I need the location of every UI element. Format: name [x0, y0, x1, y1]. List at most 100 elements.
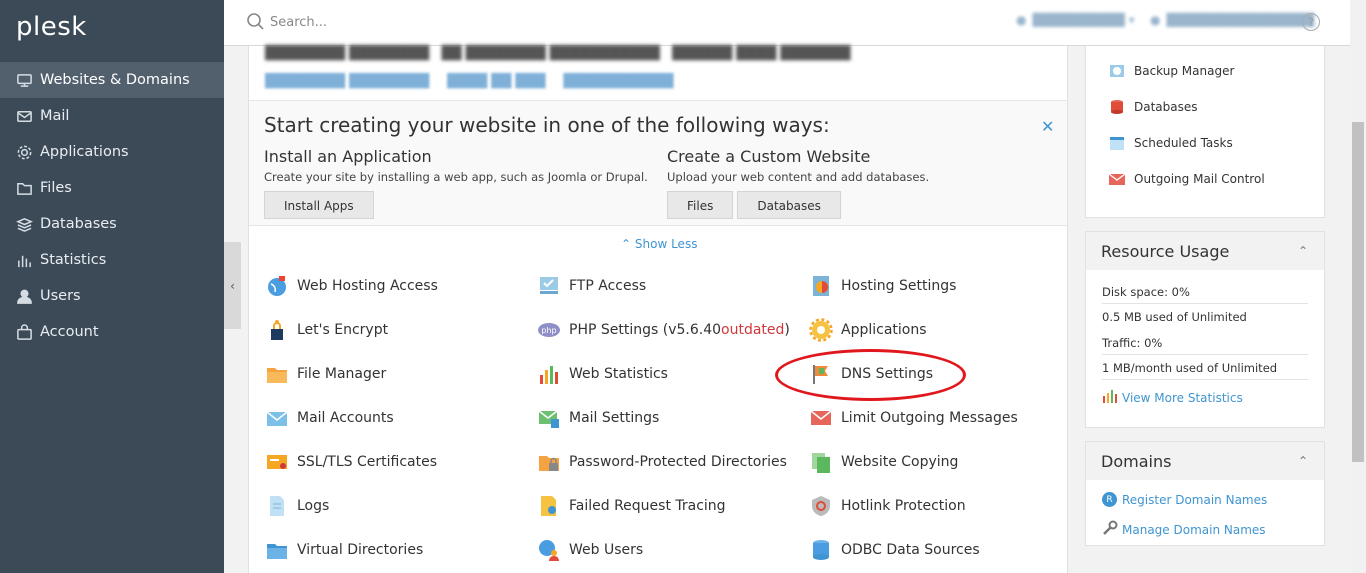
show-less-label: Show Less	[634, 237, 698, 251]
tool-virtual-directories[interactable]: Virtual Directories	[265, 538, 423, 562]
tool-php-settings[interactable]: php PHP Settings (v5.6.40 outdated)	[537, 318, 790, 342]
folder-icon	[265, 362, 289, 386]
search-input[interactable]	[270, 11, 570, 33]
trace-icon	[537, 494, 561, 518]
registered-icon: R	[1102, 492, 1117, 507]
subscription-selector[interactable]: ● ████████████████	[1150, 13, 1314, 27]
odbc-database-icon	[809, 538, 833, 562]
dns-flag-icon	[809, 362, 833, 386]
open-in-web-link[interactable]: ████ ██ ███	[447, 74, 545, 89]
tool-label: Limit Outgoing Messages	[841, 410, 1018, 426]
install-heading: Install an Application	[264, 147, 432, 166]
folder-icon	[15, 179, 33, 197]
envelope-red-icon	[809, 406, 833, 430]
tool-odbc-data-sources[interactable]: ODBC Data Sources	[809, 538, 980, 562]
install-apps-button[interactable]: Install Apps	[264, 191, 374, 219]
tool-hosting-settings[interactable]: Hosting Settings	[809, 274, 956, 298]
tool-dns-settings[interactable]: DNS Settings	[809, 362, 933, 386]
gear-icon	[809, 318, 833, 342]
envelope-icon	[265, 406, 289, 430]
tool-web-users[interactable]: Web Users	[537, 538, 643, 562]
tool-label: Mail Settings	[569, 410, 660, 426]
show-less-link[interactable]: ⌃ Show Less	[621, 237, 697, 251]
nav-statistics[interactable]: Statistics	[0, 242, 224, 278]
register-domain-link[interactable]: R Register Domain Names	[1102, 492, 1308, 507]
tool-web-hosting-access[interactable]: Web Hosting Access	[265, 274, 438, 298]
php-close-paren: )	[784, 322, 790, 338]
gear-icon	[15, 143, 33, 161]
link-label: Databases	[1134, 100, 1198, 114]
nav-label: Mail	[40, 108, 70, 124]
help-icon[interactable]: ?	[1302, 13, 1320, 31]
traffic-detail: 1 MB/month used of Unlimited	[1102, 361, 1278, 375]
link-label: Outgoing Mail Control	[1134, 172, 1265, 186]
search-icon	[246, 12, 266, 32]
bar-chart-icon	[1102, 389, 1118, 407]
nav-label: Files	[40, 180, 72, 196]
php-outdated-link[interactable]: outdated	[721, 322, 784, 338]
tool-lets-encrypt[interactable]: Let's Encrypt	[265, 318, 388, 342]
nav-users[interactable]: Users	[0, 278, 224, 314]
databases-button[interactable]: Databases	[737, 191, 841, 219]
resource-usage-header[interactable]: Resource Usage ⌃	[1086, 232, 1324, 270]
nav-websites-domains[interactable]: Websites & Domains	[0, 62, 224, 98]
tool-web-statistics[interactable]: Web Statistics	[537, 362, 668, 386]
sidebar-collapse-toggle[interactable]: ‹	[224, 242, 241, 329]
tool-mail-accounts[interactable]: Mail Accounts	[265, 406, 394, 430]
page-scrollbar[interactable]	[1350, 0, 1366, 573]
tool-label: Logs	[297, 498, 330, 514]
scrollbar-thumb[interactable]	[1352, 122, 1364, 462]
hosting-settings-icon	[809, 274, 833, 298]
nav-databases[interactable]: Databases	[0, 206, 224, 242]
nav-label: Statistics	[40, 252, 107, 268]
tool-website-copying[interactable]: Website Copying	[809, 450, 958, 474]
tool-applications[interactable]: Applications	[809, 318, 927, 342]
start-creating-panel: Start creating your website in one of th…	[249, 100, 1067, 226]
custom-heading: Create a Custom Website	[667, 147, 871, 166]
nav-label: Applications	[40, 144, 129, 160]
svg-text:php: php	[541, 326, 556, 335]
chevron-up-icon: ⌃	[621, 237, 632, 251]
nav-applications[interactable]: Applications	[0, 134, 224, 170]
tool-label: Mail Accounts	[297, 410, 394, 426]
tool-label: Website Copying	[841, 454, 959, 470]
tool-ftp-access[interactable]: FTP Access	[537, 274, 646, 298]
user-icon: ●	[1016, 13, 1027, 27]
globe-icon	[265, 274, 289, 298]
files-button[interactable]: Files	[667, 191, 734, 219]
nav-files[interactable]: Files	[0, 170, 224, 206]
tool-file-manager[interactable]: File Manager	[265, 362, 386, 386]
hosting-settings-link[interactable]: ████████ ████████	[265, 74, 429, 89]
tool-label: Web Users	[569, 542, 644, 558]
tool-failed-request-tracing[interactable]: Failed Request Tracing	[537, 494, 726, 518]
tool-ssl-certificates[interactable]: SSL/TLS Certificates	[265, 450, 437, 474]
nav-account[interactable]: Account	[0, 314, 224, 350]
user-menu[interactable]: ● ██████████ ▾	[1016, 13, 1135, 27]
nav-mail[interactable]: Mail	[0, 98, 224, 134]
tool-hotlink-protection[interactable]: Hotlink Protection	[809, 494, 966, 518]
plesk-logo[interactable]: plesk	[16, 12, 87, 42]
tool-password-protected-dirs[interactable]: Password-Protected Directories	[537, 450, 787, 474]
calendar-icon	[1108, 134, 1126, 152]
tool-label: Hotlink Protection	[841, 498, 966, 514]
right-links-panel: Backup Manager Databases Scheduled Tasks…	[1085, 46, 1325, 218]
manage-domain-link[interactable]: Manage Domain Names	[1102, 520, 1308, 540]
tool-label: Failed Request Tracing	[569, 498, 726, 514]
link-backup-manager[interactable]: Backup Manager	[1108, 62, 1234, 80]
description-link[interactable]: ███████████	[563, 74, 673, 89]
envelope-red-icon	[1108, 170, 1126, 188]
folder-blue-icon	[265, 538, 289, 562]
main-nav: Websites & Domains Mail Applications Fil…	[0, 62, 224, 350]
close-icon[interactable]: ✕	[1041, 117, 1054, 136]
tool-mail-settings[interactable]: Mail Settings	[537, 406, 659, 430]
link-outgoing-mail-control[interactable]: Outgoing Mail Control	[1108, 170, 1265, 188]
tool-logs[interactable]: Logs	[265, 494, 329, 518]
link-databases[interactable]: Databases	[1108, 98, 1198, 116]
tool-limit-outgoing-messages[interactable]: Limit Outgoing Messages	[809, 406, 1018, 430]
link-scheduled-tasks[interactable]: Scheduled Tasks	[1108, 134, 1233, 152]
view-more-statistics-link[interactable]: View More Statistics	[1102, 389, 1308, 407]
custom-desc: Upload your web content and add database…	[667, 170, 930, 184]
domains-header[interactable]: Domains ⌃	[1086, 442, 1324, 480]
install-desc: Create your site by installing a web app…	[264, 170, 648, 184]
lock-icon	[265, 318, 289, 342]
